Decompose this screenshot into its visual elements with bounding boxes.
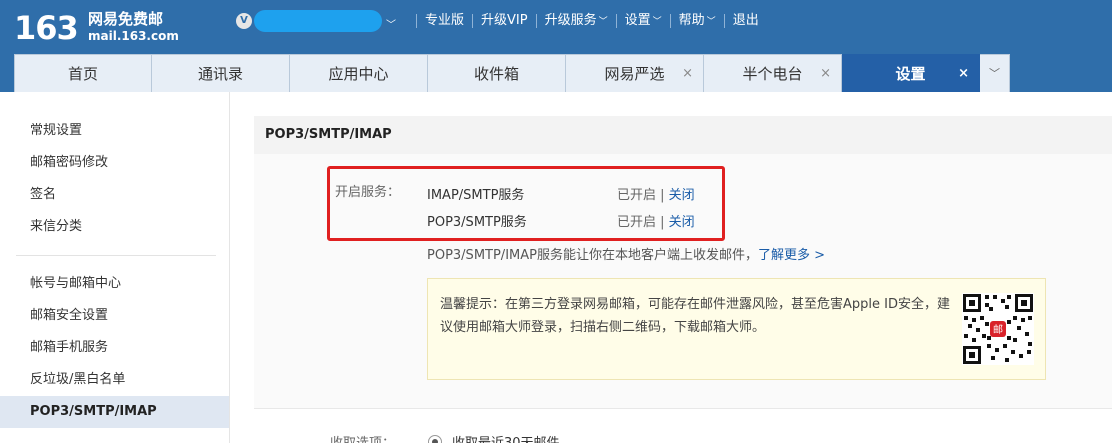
chevron-down-icon: ﹀ (598, 16, 608, 27)
sidebar-item-password[interactable]: 邮箱密码修改 (0, 147, 229, 179)
nav-logout[interactable]: 退出 (733, 10, 759, 32)
user-email-redacted (254, 10, 382, 32)
nav-divider (472, 14, 474, 28)
tab-yanxuan[interactable]: 网易严选 × (566, 54, 704, 92)
close-icon[interactable]: × (682, 55, 693, 93)
close-icon[interactable]: × (820, 55, 831, 93)
tab-bar: 首页 通讯录 应用中心 收件箱 网易严选 × 半个电台 × 设置 × ﹀ (14, 54, 1010, 92)
tab-radio[interactable]: 半个电台 × (704, 54, 842, 92)
nav-divider (535, 14, 537, 28)
sidebar-item-signature[interactable]: 签名 (0, 179, 229, 211)
top-nav: 专业版 升级VIP 升级服务 ﹀ 设置 ﹀ 帮助 ﹀ 退出 (408, 10, 759, 32)
sidebar-item-account-center[interactable]: 帐号与邮箱中心 (0, 268, 229, 300)
settings-main: POP3/SMTP/IMAP (230, 92, 1112, 443)
logo-title: 网易免费邮 (88, 10, 164, 28)
highlight-box (327, 166, 725, 241)
fetch-options-label: 收取选项： (330, 432, 395, 443)
chevron-down-icon: ﹀ (652, 16, 662, 27)
nav-upgrade-service[interactable]: 升级服务 ﹀ (545, 10, 608, 33)
sidebar-divider (16, 255, 216, 256)
tab-home[interactable]: 首页 (14, 54, 152, 92)
fetch-30-days-radio[interactable] (428, 435, 442, 443)
nav-upgrade-vip[interactable]: 升级VIP (481, 10, 528, 32)
sidebar-item-spam[interactable]: 反垃圾/黑白名单 (0, 364, 229, 396)
nav-divider (669, 14, 671, 28)
chevron-down-icon: ﹀ (706, 16, 716, 27)
logo-url: mail.163.com (88, 29, 179, 43)
nav-divider (723, 14, 725, 28)
vip-icon: V (236, 13, 252, 29)
top-header: 163 网易免费邮 mail.163.com V ﹀ 专业版 升级VIP 升级服… (0, 0, 1112, 92)
learn-more-link[interactable]: 了解更多 > (758, 248, 825, 263)
nav-divider (416, 14, 417, 28)
sidebar-item-security[interactable]: 邮箱安全设置 (0, 300, 229, 332)
sidebar-item-general[interactable]: 常规设置 (0, 115, 229, 147)
tab-settings[interactable]: 设置 × (842, 54, 980, 92)
qr-badge: 邮 (993, 323, 1003, 336)
tab-inbox[interactable]: 收件箱 (428, 54, 566, 92)
section-divider (254, 408, 1112, 409)
sidebar-item-pop3[interactable]: POP3/SMTP/IMAP (0, 396, 229, 428)
chevron-down-icon[interactable]: ﹀ (980, 54, 1010, 92)
logo-number: 163 (14, 9, 79, 47)
settings-sidebar: 常规设置 邮箱密码修改 签名 来信分类 帐号与邮箱中心 邮箱安全设置 邮箱手机服… (0, 92, 230, 443)
nav-pro[interactable]: 专业版 (425, 10, 464, 32)
warning-tip-box: 温馨提示：在第三方登录网易邮箱，可能存在邮件泄露风险，甚至危害Apple ID安… (427, 278, 1046, 380)
close-icon[interactable]: × (958, 55, 969, 93)
nav-settings[interactable]: 设置 ﹀ (625, 10, 662, 33)
chevron-down-icon[interactable]: ﹀ (386, 16, 396, 31)
service-description: POP3/SMTP/IMAP服务能让你在本地客户端上收发邮件，了解更多 > (427, 248, 826, 263)
sidebar-item-mail-rules[interactable]: 来信分类 (0, 211, 229, 243)
sidebar-item-mobile[interactable]: 邮箱手机服务 (0, 332, 229, 364)
tab-contacts[interactable]: 通讯录 (152, 54, 290, 92)
qr-code-icon: 邮 (962, 293, 1034, 365)
tab-app-center[interactable]: 应用中心 (290, 54, 428, 92)
section-title: POP3/SMTP/IMAP (254, 116, 1112, 154)
nav-divider (615, 14, 617, 28)
fetch-30-days-label[interactable]: 收取最近30天邮件 (452, 432, 560, 443)
warning-tip-text: 温馨提示：在第三方登录网易邮箱，可能存在邮件泄露风险，甚至危害Apple ID安… (440, 297, 950, 335)
nav-help[interactable]: 帮助 ﹀ (679, 10, 716, 33)
